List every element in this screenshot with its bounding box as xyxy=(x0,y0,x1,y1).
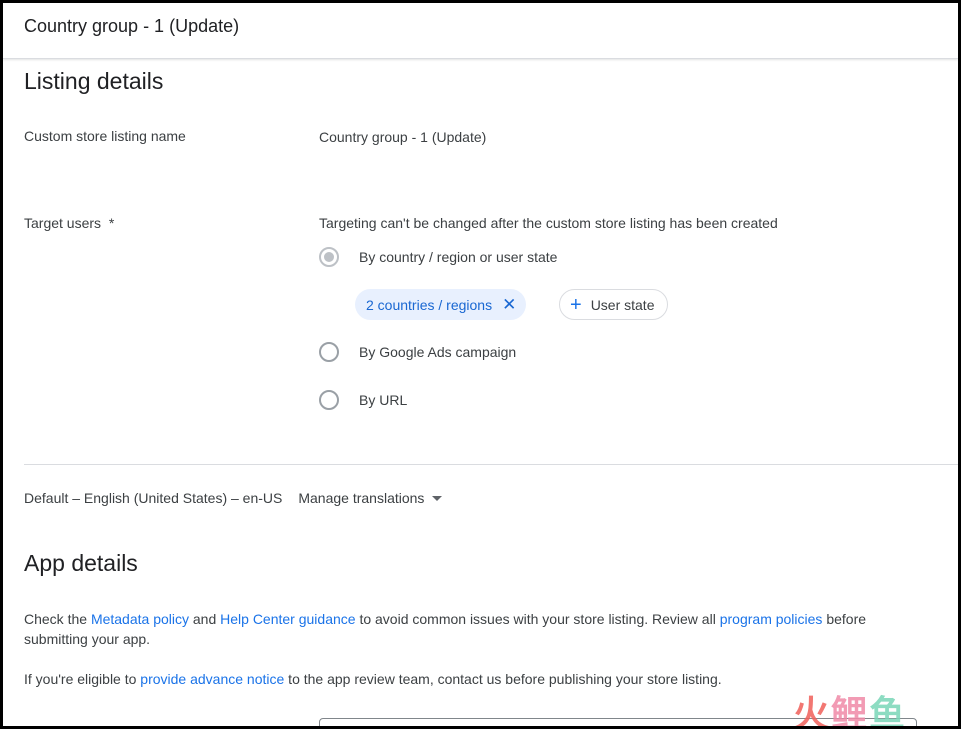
manage-translations-button[interactable]: Manage translations xyxy=(298,490,443,506)
help-center-guidance-link[interactable]: Help Center guidance xyxy=(220,611,355,627)
app-details-heading: App details xyxy=(24,550,138,576)
watermark-logo: 火 鲤 鱼 xyxy=(793,685,907,726)
listing-name-value: Country group - 1 (Update) xyxy=(319,129,487,145)
language-row: Default – English (United States) – en-U… xyxy=(24,490,443,506)
plus-icon: + xyxy=(570,293,582,316)
targeting-note: Targeting can't be changed after the cus… xyxy=(319,215,778,231)
radio-by-country[interactable]: By country / region or user state xyxy=(319,247,557,267)
radio-label-url: By URL xyxy=(359,392,408,408)
metadata-policy-link[interactable]: Metadata policy xyxy=(91,611,189,627)
radio-by-url[interactable]: By URL xyxy=(319,390,407,410)
radio-button-checked[interactable] xyxy=(319,247,339,267)
text: and xyxy=(189,611,221,627)
radio-by-google-ads[interactable]: By Google Ads campaign xyxy=(319,342,516,362)
page-frame: Country group - 1 (Update) Listing detai… xyxy=(3,3,958,726)
target-users-label: Target users * xyxy=(24,215,115,231)
program-policies-link[interactable]: program policies xyxy=(720,611,823,627)
manage-translations-label: Manage translations xyxy=(298,490,425,506)
radio-button[interactable] xyxy=(319,390,339,410)
text: If you're eligible to xyxy=(24,671,141,687)
radio-label-google-ads: By Google Ads campaign xyxy=(359,344,517,360)
top-bar: Country group - 1 (Update) xyxy=(3,3,958,59)
caret-down-icon xyxy=(432,495,443,501)
section-divider xyxy=(24,464,958,465)
add-user-state-chip[interactable]: + User state xyxy=(559,289,668,320)
countries-chip[interactable]: 2 countries / regions ✕ xyxy=(355,289,527,320)
listing-name-label: Custom store listing name xyxy=(24,128,186,144)
radio-label-country: By country / region or user state xyxy=(359,249,558,265)
text: to the app review team, contact us befor… xyxy=(284,671,722,687)
advance-notice-paragraph: If you're eligible to provide advance no… xyxy=(24,669,904,689)
watermark-char: 鱼 xyxy=(869,694,908,726)
user-state-chip-label: User state xyxy=(590,296,655,313)
default-language: Default – English (United States) – en-U… xyxy=(24,490,283,506)
countries-chip-label: 2 countries / regions xyxy=(366,296,493,313)
page-title: Country group - 1 (Update) xyxy=(24,16,240,36)
watermark-char: 鲤 xyxy=(831,694,870,726)
provide-advance-notice-link[interactable]: provide advance notice xyxy=(140,671,284,687)
watermark-char: 火 xyxy=(793,694,832,726)
text: Check the xyxy=(24,611,91,627)
text: to avoid common issues with your store l… xyxy=(355,611,720,627)
radio-button[interactable] xyxy=(319,342,339,362)
close-icon[interactable]: ✕ xyxy=(502,296,516,313)
listing-details-heading: Listing details xyxy=(24,68,164,94)
policy-paragraph: Check the Metadata policy and Help Cente… xyxy=(24,609,904,649)
